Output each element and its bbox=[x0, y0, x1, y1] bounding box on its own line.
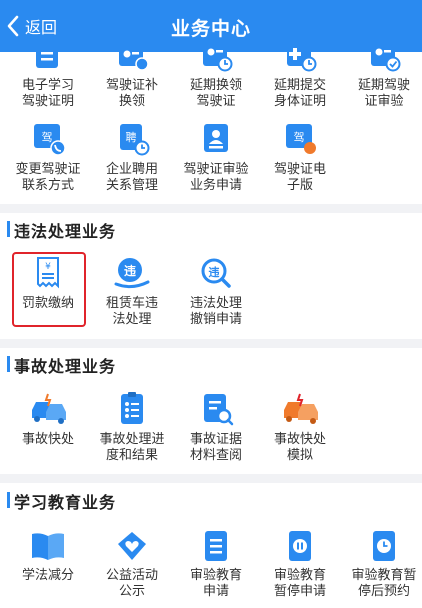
section-accent-bar bbox=[7, 492, 10, 508]
grid-item-label: 罚款缴纳 bbox=[21, 296, 74, 311]
document-lines-icon bbox=[205, 531, 227, 561]
progress-document-icon bbox=[121, 392, 143, 424]
license-phone-icon: 驾 bbox=[34, 124, 66, 156]
grid-item-label: 事故处理进 度和结果 bbox=[99, 432, 165, 463]
top-bar: 返回 业务中心 bbox=[0, 0, 422, 52]
document-search-icon bbox=[204, 394, 234, 426]
grid-item-label: 延期提交 身体证明 bbox=[273, 78, 326, 109]
grid-item-label: 驾驶证审验 业务申请 bbox=[183, 162, 249, 193]
section-accent-bar bbox=[7, 221, 10, 237]
grid-item-label: 企业聘用 关系管理 bbox=[105, 162, 158, 193]
document-icon bbox=[36, 46, 58, 68]
section-divider bbox=[0, 474, 422, 483]
grid-item-label: 驾驶证补 换领 bbox=[105, 78, 158, 109]
section-title: 事故处理业务 bbox=[14, 357, 117, 376]
car-crash-orange-icon bbox=[284, 393, 318, 424]
grid-item-review-education-appointment[interactable]: 审验教育暂 停后预约 bbox=[342, 530, 422, 600]
section-header-education: 学习教育业务 bbox=[0, 484, 422, 516]
grid-item-evidence-lookup[interactable]: 事故证据 材料查阅 bbox=[174, 392, 258, 464]
svg-text:驾: 驾 bbox=[42, 131, 53, 144]
employment-icon: 聘 bbox=[120, 124, 150, 156]
car-crash-icon bbox=[32, 393, 66, 424]
svg-text:¥: ¥ bbox=[45, 262, 51, 272]
grid-item-label: 学法减分 bbox=[21, 568, 74, 583]
book-icon bbox=[32, 533, 64, 560]
grid-item-review-education-pause[interactable]: 审验教育 暂停申请 bbox=[258, 530, 342, 600]
grid-item-change-contact[interactable]: 驾 变更驾驶证 联系方式 bbox=[6, 122, 90, 194]
grid-item-electronic-learning[interactable]: 电子学习 驾驶证明 bbox=[6, 46, 90, 110]
grid-item-extend-license-review[interactable]: 延期驾驶 证审验 bbox=[342, 46, 422, 110]
violation-search-icon: 违 bbox=[201, 258, 231, 288]
grid-item-label: 事故快处 bbox=[21, 432, 74, 447]
section-divider bbox=[0, 339, 422, 348]
svg-text:聘: 聘 bbox=[126, 130, 137, 144]
violation-hand-icon: 违 bbox=[114, 258, 150, 289]
page-title: 业务中心 bbox=[170, 18, 251, 40]
receipt-yen-icon: ¥ bbox=[37, 257, 59, 289]
grid-item-violation-revoke[interactable]: 违 违法处理 撤销申请 bbox=[174, 256, 258, 328]
grid-item-label: 公益活动 公示 bbox=[105, 568, 158, 599]
grid-item-label: 延期换领 驾驶证 bbox=[189, 78, 242, 109]
grid-item-license-replace[interactable]: 驾驶证补 换领 bbox=[90, 46, 174, 110]
grid-item-electronic-license[interactable]: 驾 驾驶证电 子版 bbox=[258, 122, 342, 194]
grid-item-label: 审验教育 申请 bbox=[189, 568, 242, 599]
grid-item-quick-accident[interactable]: 事故快处 bbox=[6, 392, 90, 448]
grid-item-label: 驾驶证电 子版 bbox=[273, 162, 326, 193]
grid-item-fine-payment[interactable]: ¥ 罚款缴纳 bbox=[6, 256, 90, 312]
svg-text:驾: 驾 bbox=[294, 131, 305, 144]
grid-item-study-deduct[interactable]: 学法减分 bbox=[6, 530, 90, 584]
medical-cross-icon bbox=[287, 46, 317, 72]
section-accent-bar bbox=[7, 356, 10, 372]
grid-item-label: 审验教育 暂停申请 bbox=[273, 568, 326, 599]
grid-item-label: 事故快处 模拟 bbox=[273, 432, 326, 463]
grid-item-label: 审验教育暂 停后预约 bbox=[351, 568, 417, 599]
svg-text:违: 违 bbox=[209, 265, 220, 279]
grid-item-review-education-apply[interactable]: 审验教育 申请 bbox=[174, 530, 258, 600]
grid-item-quick-accident-sim[interactable]: 事故快处 模拟 bbox=[258, 392, 342, 464]
section-divider bbox=[0, 204, 422, 213]
section-title: 违法处理业务 bbox=[14, 222, 117, 241]
license-clock-icon bbox=[203, 46, 233, 72]
document-pause-icon bbox=[289, 531, 311, 561]
grid-item-extend-health-proof[interactable]: 延期提交 身体证明 bbox=[258, 46, 342, 110]
grid-item-rental-violation[interactable]: 违 租赁车违 法处理 bbox=[90, 256, 174, 328]
section-title: 学习教育业务 bbox=[14, 493, 117, 512]
grid-item-label: 电子学习 驾驶证明 bbox=[21, 78, 74, 109]
grid-item-label: 事故证据 材料查阅 bbox=[189, 432, 242, 463]
grid-item-extend-license[interactable]: 延期换领 驾驶证 bbox=[174, 46, 258, 110]
grid-item-charity-activity[interactable]: 公益活动 公示 bbox=[90, 530, 174, 600]
svg-text:违: 违 bbox=[124, 263, 136, 278]
license-check-icon bbox=[371, 46, 401, 72]
heart-tag-icon bbox=[118, 532, 146, 560]
grid-item-label: 延期驾驶 证审验 bbox=[357, 78, 410, 109]
grid-item-label: 违法处理 撤销申请 bbox=[189, 296, 242, 327]
document-clock-icon bbox=[373, 531, 395, 561]
section-header-accident: 事故处理业务 bbox=[0, 348, 422, 380]
grid-item-employment-management[interactable]: 聘 企业聘用 关系管理 bbox=[90, 122, 174, 194]
grid-item-review-application[interactable]: 驾驶证审验 业务申请 bbox=[174, 122, 258, 194]
license-replace-icon bbox=[119, 46, 149, 71]
grid-item-accident-progress[interactable]: 事故处理进 度和结果 bbox=[90, 392, 174, 464]
grid-item-label: 变更驾驶证 联系方式 bbox=[15, 162, 81, 193]
electronic-license-icon: 驾 bbox=[286, 124, 316, 154]
section-header-violation: 违法处理业务 bbox=[0, 213, 422, 245]
grid-item-label: 租赁车违 法处理 bbox=[105, 296, 158, 327]
id-card-icon bbox=[204, 124, 228, 152]
